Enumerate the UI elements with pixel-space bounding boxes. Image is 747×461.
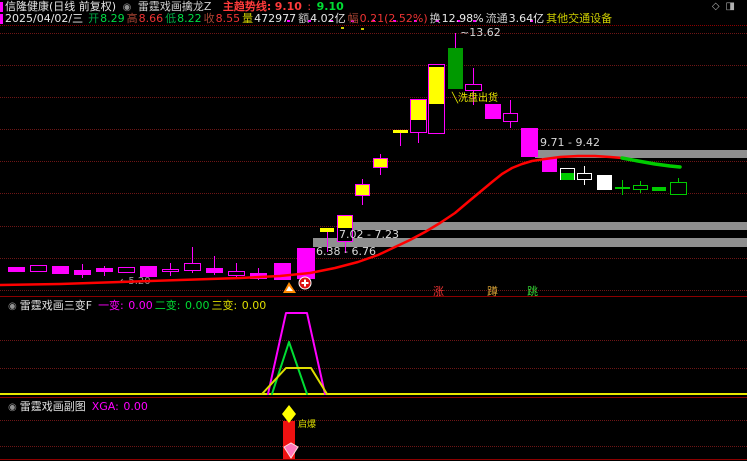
field: 换12.98% <box>430 12 485 25</box>
field: 高8.66 <box>127 12 165 25</box>
signal-rise-label: 涨 <box>433 286 444 298</box>
candle <box>30 265 47 272</box>
candle <box>206 268 223 273</box>
candle <box>8 267 25 272</box>
zone-high-label: 9.71 - 9.42 <box>540 137 600 149</box>
peak-price-label: ~13.62 <box>460 27 501 39</box>
gridline <box>0 340 747 341</box>
header-accent-strip <box>0 14 3 24</box>
candle <box>577 173 592 180</box>
candle <box>297 248 315 279</box>
candle <box>355 184 370 196</box>
candle <box>560 168 575 180</box>
collapse-icon[interactable]: ◉ <box>8 402 17 413</box>
header-accent-strip <box>0 2 3 12</box>
field: 收8.55 <box>204 12 242 25</box>
base-price-label: ←5.20 <box>120 276 151 287</box>
field: 额4.02亿 <box>298 12 347 25</box>
candle <box>250 273 267 279</box>
candle <box>228 271 245 276</box>
collapse-icon[interactable]: ◉ <box>8 301 17 312</box>
candle <box>615 187 630 189</box>
candle <box>320 228 334 232</box>
candle <box>448 48 463 89</box>
panel3-header[interactable]: ◉雷霆戏画副图 XGA: 0.00 <box>5 400 747 413</box>
field: 其他交通设备 <box>546 12 614 25</box>
panel-separator <box>0 397 747 398</box>
split-window-icon[interactable]: ◨ <box>726 1 741 12</box>
washout-signal-label: ╲洗盘出货 <box>452 93 498 104</box>
gridline <box>0 258 747 259</box>
candle <box>118 267 135 273</box>
candle <box>633 185 648 190</box>
candle <box>670 182 687 195</box>
resistance-band <box>535 150 747 158</box>
candle <box>184 263 201 271</box>
gridline <box>0 290 747 291</box>
signal-squat-label: 蹲 <box>487 286 498 298</box>
launch-signal-label: 启爆 <box>298 421 316 431</box>
candle <box>465 84 482 91</box>
candle <box>652 187 666 191</box>
title-bar: 信隆健康(日线 前复权) ◉ 雷霆戏画擒龙Z 主趋势线: 9.10 : 9.10… <box>0 0 747 25</box>
panel2-indicator-name[interactable]: 雷霆戏画三变F <box>20 299 92 312</box>
panel-separator <box>0 25 747 26</box>
candle <box>162 269 179 272</box>
gridline <box>0 420 747 421</box>
field: 低8.22 <box>165 12 203 25</box>
candle <box>96 268 113 272</box>
candle <box>74 270 91 275</box>
panel3-vars: XGA: 0.00 <box>92 400 150 413</box>
signal-jump-label: 跳 <box>527 286 538 298</box>
gridline <box>0 65 747 66</box>
field: 量472977 <box>242 12 297 25</box>
panel2-header[interactable]: ◉雷霆戏画三变F 一变: 0.00二变: 0.00三变: 0.00 <box>5 299 747 312</box>
candle <box>503 113 518 122</box>
candle <box>393 130 408 133</box>
gridline <box>0 446 747 447</box>
gridline <box>0 368 747 369</box>
field: 三变: 0.00 <box>212 299 268 312</box>
chart-layers: ~13.62 ╲洗盘出货 9.71 - 9.42 7.02 - 7.23 6.38 - … <box>0 0 747 461</box>
quote-fields: 开8.29高8.66低8.22收8.55量472977额4.02亿幅0.21(2… <box>88 12 615 25</box>
field: XGA: 0.00 <box>92 400 149 413</box>
panel3-indicator-name[interactable]: 雷霆戏画副图 <box>20 400 86 413</box>
field: 二变: 0.00 <box>155 299 211 312</box>
panel-separator <box>0 459 747 460</box>
diamond-icon[interactable]: ◇ <box>712 1 726 12</box>
panel-separator <box>0 296 747 297</box>
field: 一变: 0.00 <box>98 299 154 312</box>
quote-row: 2025/04/02/三开8.29高8.66低8.22收8.55量472977额… <box>5 13 745 25</box>
panel2-vars: 一变: 0.00二变: 0.00三变: 0.00 <box>98 299 268 312</box>
candle <box>521 128 538 157</box>
candle <box>410 99 427 133</box>
field: 幅0.21(2.52%) <box>348 12 429 25</box>
candle <box>597 175 612 190</box>
dot-marker <box>341 27 344 29</box>
gridline <box>0 193 747 194</box>
candle <box>373 158 388 168</box>
field: 流通3.64亿 <box>486 12 546 25</box>
date-label: 2025/04/02/三 <box>5 12 83 25</box>
gridline <box>0 129 747 130</box>
candle <box>52 266 69 274</box>
candle <box>542 158 557 172</box>
gridline <box>0 33 747 34</box>
candle <box>485 104 501 119</box>
gridline <box>0 97 747 98</box>
dot-marker <box>361 28 364 30</box>
signal-bar <box>283 421 295 459</box>
zone-low-label: 6.38 - 6.76 <box>316 246 376 258</box>
candle <box>428 64 445 134</box>
zone-mid-label: 7.02 - 7.23 <box>339 229 399 241</box>
app-window: ~13.62 ╲洗盘出货 9.71 - 9.42 7.02 - 7.23 6.38 - … <box>0 0 747 461</box>
candle <box>274 263 291 280</box>
field: 开8.29 <box>88 12 126 25</box>
